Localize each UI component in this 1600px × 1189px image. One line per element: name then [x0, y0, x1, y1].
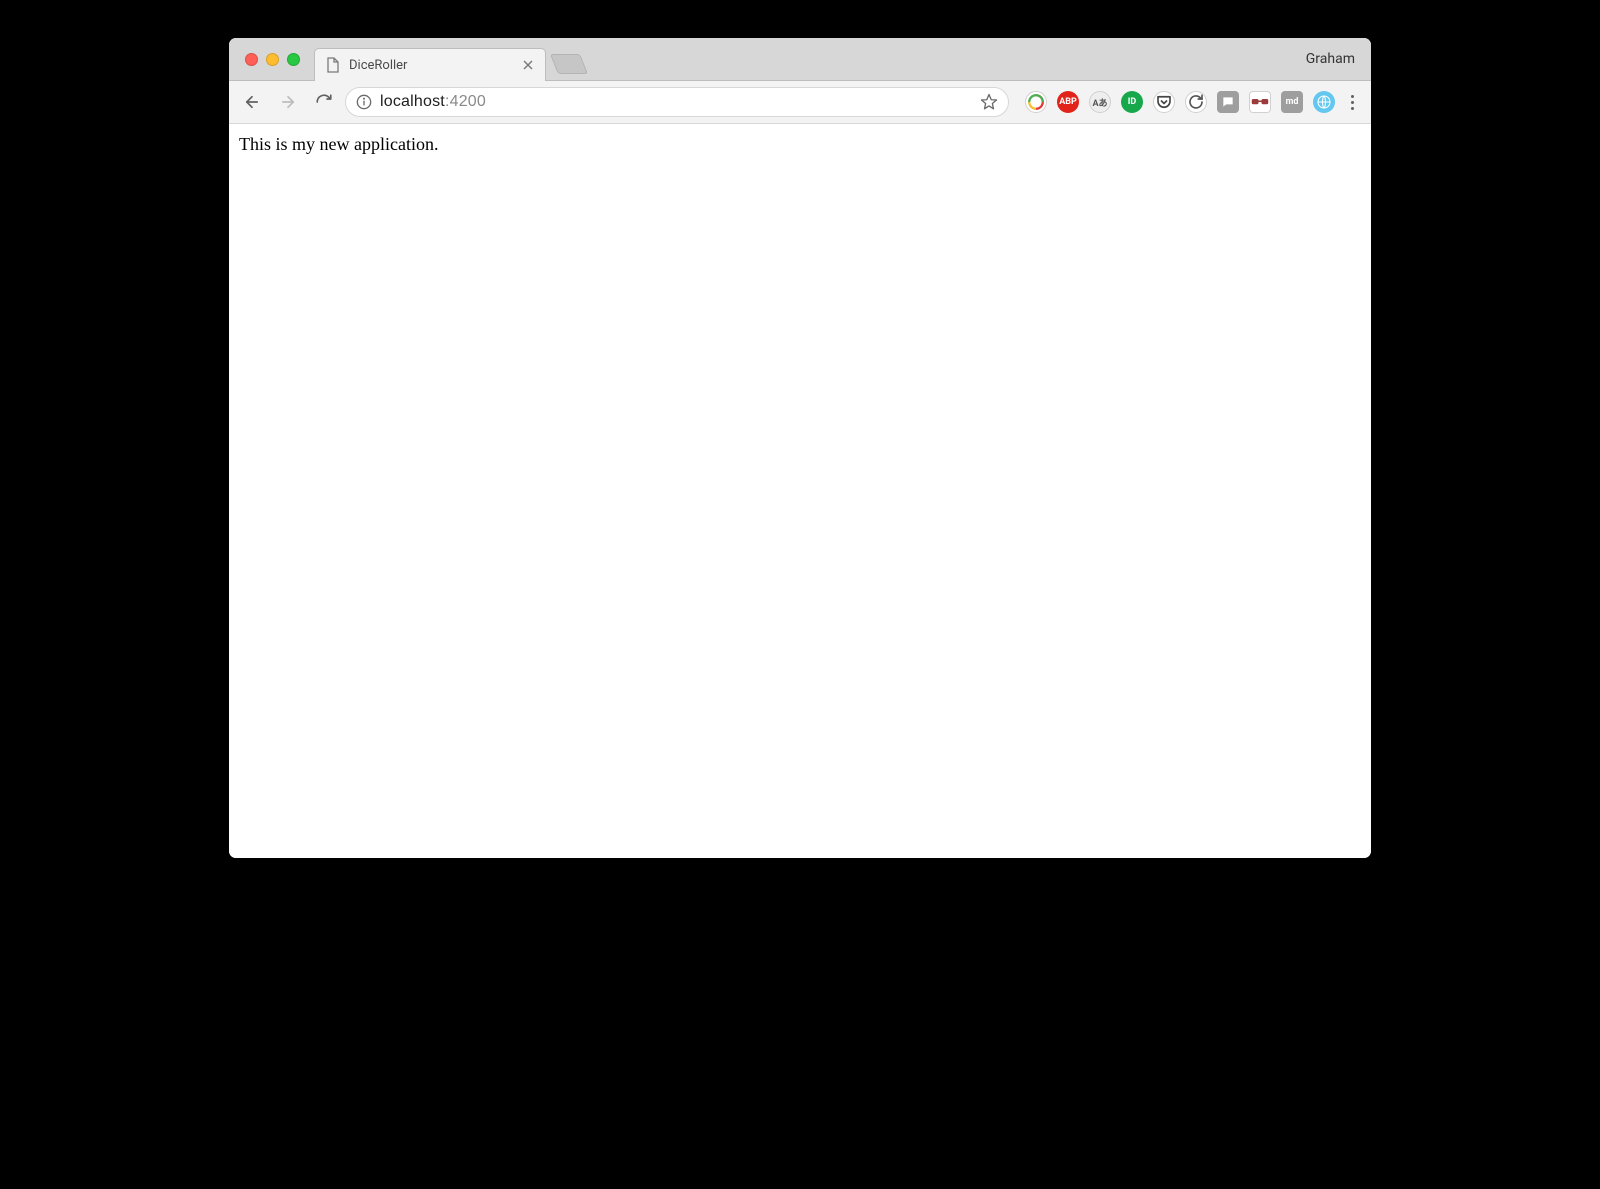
new-tab-button[interactable]	[550, 54, 588, 74]
url-port: :4200	[445, 93, 486, 110]
browser-menu-button[interactable]	[1341, 95, 1363, 110]
site-info-icon[interactable]	[356, 94, 372, 110]
back-button[interactable]	[237, 87, 267, 117]
window-close-button[interactable]	[245, 53, 258, 66]
address-bar[interactable]: localhost:4200	[345, 87, 1009, 117]
window-controls	[239, 38, 314, 80]
ext-globe-icon[interactable]	[1313, 91, 1335, 113]
tab-strip: DiceRoller Graham	[229, 38, 1371, 81]
ext-md-icon[interactable]: md	[1281, 91, 1303, 113]
window-minimize-button[interactable]	[266, 53, 279, 66]
url-host: localhost	[380, 93, 445, 110]
window-fullscreen-button[interactable]	[287, 53, 300, 66]
extensions-row: ABP Aあ ID md	[1025, 91, 1335, 113]
ext-glasses-icon[interactable]	[1249, 91, 1271, 113]
forward-button[interactable]	[273, 87, 303, 117]
url-text: localhost:4200	[380, 93, 972, 111]
ext-id-icon[interactable]: ID	[1121, 91, 1143, 113]
page-body-text: This is my new application.	[239, 134, 1361, 155]
ext-refresh-icon[interactable]	[1185, 91, 1207, 113]
ext-a-icon[interactable]: Aあ	[1089, 91, 1111, 113]
ext-abp-icon[interactable]: ABP	[1057, 91, 1079, 113]
file-icon	[325, 57, 341, 73]
ext-pocket-icon[interactable]	[1153, 91, 1175, 113]
profile-name[interactable]: Graham	[1306, 51, 1371, 67]
browser-tab[interactable]: DiceRoller	[314, 48, 546, 81]
browser-window: DiceRoller Graham localhost:4200	[229, 38, 1371, 858]
ext-swirl-icon[interactable]	[1025, 91, 1047, 113]
tab-close-button[interactable]	[521, 58, 535, 72]
ext-chat-icon[interactable]	[1217, 91, 1239, 113]
page-viewport: This is my new application.	[229, 124, 1371, 858]
bookmark-star-icon[interactable]	[980, 93, 998, 111]
tab-title: DiceRoller	[349, 58, 513, 73]
toolbar: localhost:4200 ABP Aあ ID md	[229, 81, 1371, 124]
reload-button[interactable]	[309, 87, 339, 117]
